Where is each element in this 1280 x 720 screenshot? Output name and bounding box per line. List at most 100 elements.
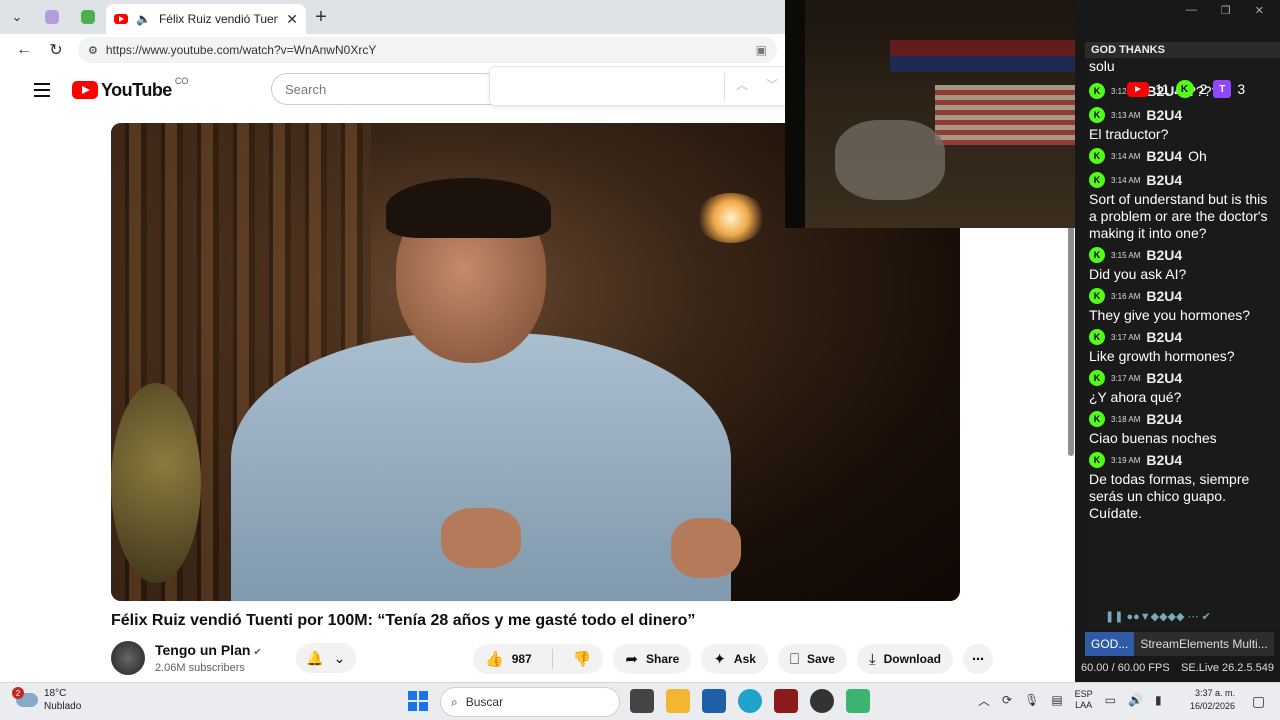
- obs-icon[interactable]: [810, 689, 834, 713]
- new-tab-button[interactable]: +: [306, 6, 336, 29]
- weather-widget[interactable]: 2 18°C Nublado: [12, 687, 81, 713]
- app-shield-icon[interactable]: [774, 689, 798, 713]
- chevron-up-icon[interactable]: ︿: [978, 692, 990, 709]
- youtube-logo[interactable]: YouTube CO: [72, 76, 188, 101]
- message-username[interactable]: B2U4: [1146, 411, 1182, 427]
- system-tray: ︿ ⟳ 🎙 ▤ ESP LAA ▭ 🔊 ▮: [978, 689, 1162, 711]
- ask-button[interactable]: ✦ Ask: [701, 644, 768, 674]
- message-time: 3:16 AM: [1111, 291, 1141, 301]
- app-tray-icon[interactable]: ▤: [1051, 693, 1062, 707]
- subscriber-count: 2.06M subscribers: [155, 662, 245, 674]
- channel-avatar[interactable]: [111, 641, 145, 675]
- start-button-icon[interactable]: [408, 691, 428, 711]
- volume-icon[interactable]: 🔊: [1128, 693, 1143, 707]
- language-indicator[interactable]: ESP LAA: [1075, 689, 1093, 711]
- address-bar-row: ← ↻ ⚙ https://www.youtube.com/watch?v=Wn…: [0, 34, 785, 66]
- store-icon[interactable]: [702, 689, 726, 713]
- tab-pinned-1[interactable]: [34, 4, 70, 30]
- message-username[interactable]: B2U4: [1146, 288, 1182, 304]
- notification-bell-button[interactable]: 🔔 ⌄: [295, 643, 356, 673]
- message-username[interactable]: B2U4: [1146, 247, 1182, 263]
- chat-app-icon[interactable]: [846, 689, 870, 713]
- kick-icon: K: [1175, 80, 1194, 98]
- message-text: Sort of understand but is this a problem…: [1089, 191, 1268, 241]
- verified-icon: ✔: [253, 647, 262, 658]
- edge-icon[interactable]: [738, 689, 762, 713]
- chat-message: K 3:13 AM B2U4 El traductor?: [1089, 104, 1269, 143]
- url-text: https://www.youtube.com/watch?v=WnAnwN0X…: [105, 43, 377, 57]
- pinned-apps: [630, 689, 870, 713]
- chat-message: K 3:14 AM B2U4 Oh: [1089, 145, 1269, 167]
- language-code: ESP: [1074, 689, 1093, 699]
- temperature: 18°C: [44, 688, 67, 699]
- microphone-icon[interactable]: 🎙: [1024, 693, 1039, 707]
- kick-icon: K: [1089, 83, 1105, 99]
- restore-icon[interactable]: ❐: [1221, 4, 1231, 17]
- back-arrow-icon[interactable]: ←: [14, 41, 34, 59]
- tab-youtube[interactable]: 🔈 Félix Ruiz vendió Tuenti por 1 ✕: [106, 4, 306, 34]
- reload-icon[interactable]: ↻: [46, 40, 66, 60]
- sync-icon[interactable]: ⟳: [1002, 693, 1012, 707]
- share-button[interactable]: ➦ Share: [613, 644, 692, 674]
- site-info-icon[interactable]: ⚙: [88, 44, 98, 57]
- like-button[interactable]: 👍 987: [473, 644, 544, 674]
- download-button[interactable]: ⤓ Download: [856, 644, 953, 674]
- search-input[interactable]: Search: [271, 73, 501, 105]
- youtube-icon: [1127, 81, 1149, 97]
- battery-icon[interactable]: ▮: [1155, 693, 1162, 707]
- file-explorer-icon[interactable]: [666, 689, 690, 713]
- channel-name[interactable]: Tengo un Plan: [155, 642, 250, 658]
- chevron-down-icon[interactable]: ﹀: [766, 76, 778, 93]
- tab-list-button[interactable]: ⌄: [0, 0, 34, 34]
- page-scrollbar[interactable]: [1068, 226, 1074, 456]
- bookmark-icon: ⎕: [789, 650, 799, 668]
- message-time: 3:15 AM: [1111, 250, 1141, 260]
- speaker-icon[interactable]: 🔈: [136, 12, 151, 26]
- minimize-icon[interactable]: —: [1186, 4, 1197, 16]
- twitch-viewer-count: 3: [1237, 81, 1246, 97]
- tab-streamelements-multi[interactable]: StreamElements Multi...: [1134, 632, 1274, 656]
- kick-icon: K: [1089, 247, 1105, 263]
- chat-message: K 3:17 AM B2U4 Like growth hormones?: [1089, 326, 1269, 365]
- more-actions-button[interactable]: ⋯: [962, 644, 993, 674]
- url-field[interactable]: ⚙ https://www.youtube.com/watch?v=WnAnwN…: [78, 37, 777, 63]
- message-username[interactable]: B2U4: [1146, 370, 1182, 386]
- like-count: 987: [511, 652, 532, 666]
- message-username[interactable]: B2U4: [1146, 107, 1182, 123]
- search-suggestions-popup: ︿ ﹀: [489, 66, 794, 106]
- close-icon[interactable]: ✕: [1255, 4, 1264, 17]
- dislike-button[interactable]: 👎: [561, 644, 604, 674]
- clock[interactable]: 3:37 a. m. 16/02/2026: [1190, 687, 1235, 713]
- message-username[interactable]: B2U4: [1146, 148, 1182, 164]
- window-controls: — ❐ ✕: [1075, 0, 1280, 20]
- notifications-icon[interactable]: ▢: [1252, 693, 1265, 710]
- message-username[interactable]: B2U4: [1146, 452, 1182, 468]
- task-view-icon[interactable]: [630, 689, 654, 713]
- chevron-down-icon: ⌄: [333, 649, 346, 666]
- save-button[interactable]: ⎕ Save: [777, 644, 847, 674]
- message-text: They give you hormones?: [1089, 307, 1251, 323]
- message-time: 3:14 AM: [1111, 175, 1141, 185]
- split-screen-icon[interactable]: ▣: [756, 43, 767, 57]
- network-icon[interactable]: ▭: [1105, 693, 1116, 707]
- taskbar-search[interactable]: ⌕ Buscar: [440, 687, 620, 717]
- fps-readout: 60.00 / 60.00 FPS: [1081, 662, 1170, 674]
- message-time: 3:19 AM: [1111, 455, 1141, 465]
- tab-god[interactable]: GOD...: [1085, 632, 1135, 656]
- message-username[interactable]: B2U4: [1146, 329, 1182, 345]
- message-text: De todas formas, siempre serás un chico …: [1089, 471, 1250, 521]
- date: 16/02/2026: [1190, 701, 1236, 711]
- youtube-viewer-count: 11: [1155, 81, 1170, 97]
- weather-badge: 2: [12, 687, 24, 699]
- message-text: ¿Y ahora qué?: [1089, 389, 1182, 405]
- chevron-up-icon[interactable]: ︿: [736, 76, 748, 93]
- tab-pinned-2[interactable]: [70, 4, 106, 30]
- chat-message: K 3:18 AM B2U4 Ciao buenas noches: [1089, 408, 1269, 447]
- message-username[interactable]: B2U4: [1146, 172, 1182, 188]
- cloud-icon: 2: [12, 687, 38, 707]
- menu-icon[interactable]: [34, 83, 50, 97]
- emote-bar[interactable]: ❚❚ ●●▼◆◆◆◆ ⋯ ✔: [1105, 610, 1275, 628]
- kick-icon: K: [1089, 370, 1105, 386]
- close-tab-icon[interactable]: ✕: [286, 11, 298, 28]
- save-label: Save: [806, 652, 835, 666]
